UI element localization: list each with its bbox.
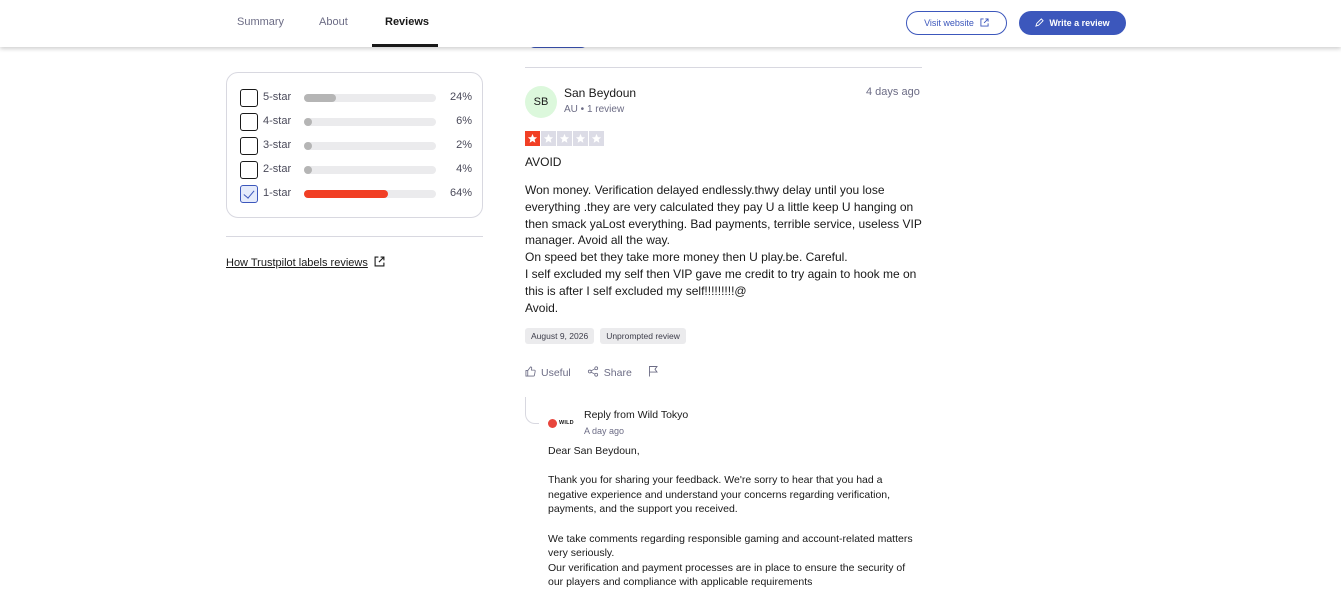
external-link-icon	[374, 256, 385, 270]
reply-body: Dear San Beydoun, Thank you for sharing …	[548, 444, 923, 590]
visit-website-label: Visit website	[924, 18, 974, 28]
filter-percent: 64%	[449, 187, 472, 199]
distribution-fill	[304, 190, 389, 198]
filter-percent: 2%	[456, 139, 472, 151]
top-nav: Summary About Reviews Visit website Writ…	[0, 0, 1341, 47]
filter-row-1-star[interactable]: 1-star 64%	[240, 185, 472, 203]
review-paragraph: I self excluded my self then VIP gave me…	[525, 266, 917, 298]
filter-row-5-star[interactable]: 5-star 24%	[240, 89, 472, 107]
filter-label: 3-star	[263, 139, 292, 151]
flag-icon	[648, 365, 659, 380]
company-logo: WILD	[548, 417, 576, 429]
review-title[interactable]: AVOID	[525, 155, 561, 169]
tab-about[interactable]: About	[319, 16, 348, 28]
distribution-bar	[304, 190, 436, 198]
filter-percent: 24%	[449, 91, 472, 103]
unprompted-review-tag[interactable]: Unprompted review	[600, 328, 686, 344]
divider	[226, 236, 483, 237]
review-paragraph: On speed bet they take more money then U…	[525, 250, 848, 265]
star-icon	[589, 131, 604, 146]
how-link-label: How Trustpilot labels reviews	[226, 257, 368, 269]
review-paragraph: Avoid.	[525, 300, 559, 315]
reply-connector	[525, 397, 539, 424]
star-rating	[525, 131, 604, 146]
star-filter-card: 5-star 24% 4-star 6% 3-star 2% 2-star 4%…	[226, 72, 483, 218]
distribution-fill	[304, 142, 312, 150]
active-tab-indicator	[372, 44, 438, 47]
filter-row-4-star[interactable]: 4-star 6%	[240, 113, 472, 131]
checkbox[interactable]	[240, 161, 258, 179]
logo-text: WILD	[559, 420, 574, 426]
filter-percent: 6%	[456, 115, 472, 127]
tab-reviews[interactable]: Reviews	[385, 16, 429, 28]
external-link-icon	[980, 17, 989, 29]
filter-label: 4-star	[263, 115, 292, 127]
star-icon	[573, 131, 588, 146]
divider	[525, 67, 922, 68]
distribution-bar	[304, 142, 436, 150]
useful-button[interactable]: Useful	[525, 366, 571, 380]
star-icon	[525, 131, 540, 146]
report-button[interactable]	[648, 365, 659, 380]
review-actions: Useful Share	[525, 365, 659, 380]
star-icon	[541, 131, 556, 146]
reply-paragraph: We take comments regarding responsible g…	[548, 532, 913, 560]
reviewer-name[interactable]: San Beydoun	[564, 86, 636, 100]
filter-row-2-star[interactable]: 2-star 4%	[240, 161, 472, 179]
star-icon	[557, 131, 572, 146]
how-trustpilot-labels-link[interactable]: How Trustpilot labels reviews	[226, 256, 385, 270]
filter-percent: 4%	[456, 163, 472, 175]
checkbox[interactable]	[240, 89, 258, 107]
reply-date: A day ago	[584, 426, 625, 436]
distribution-bar	[304, 94, 436, 102]
reply-paragraph: Our verification and payment processes a…	[548, 561, 906, 589]
reply-author: Reply from Wild Tokyo	[584, 409, 689, 421]
distribution-fill	[304, 166, 312, 174]
reviewer-meta: AU • 1 review	[564, 104, 625, 115]
checkbox[interactable]	[240, 113, 258, 131]
checkbox-checked[interactable]	[240, 185, 258, 203]
filter-label: 5-star	[263, 91, 292, 103]
checkbox[interactable]	[240, 137, 258, 155]
filter-row-3-star[interactable]: 3-star 2%	[240, 137, 472, 155]
distribution-bar	[304, 118, 436, 126]
useful-label: Useful	[541, 366, 571, 379]
distribution-fill	[304, 94, 336, 102]
share-label: Share	[603, 366, 632, 379]
write-review-label: Write a review	[1049, 18, 1110, 28]
distribution-bar	[304, 166, 436, 174]
filter-label: 1-star	[263, 187, 292, 199]
review-body: Won money. Verification delayed endlessl…	[525, 182, 925, 316]
review-tags: August 9, 2026 Unprompted review	[525, 328, 686, 344]
share-icon	[587, 365, 599, 380]
share-button[interactable]: Share	[587, 365, 632, 380]
tab-summary[interactable]: Summary	[237, 16, 284, 28]
experience-date-tag: August 9, 2026	[525, 328, 595, 344]
visit-website-button[interactable]: Visit website	[906, 11, 1007, 35]
distribution-fill	[304, 118, 312, 126]
review-paragraph: Won money. Verification delayed endlessl…	[525, 183, 922, 248]
reply-paragraph: Thank you for sharing your feedback. We'…	[548, 474, 891, 516]
pencil-icon	[1035, 17, 1045, 29]
write-review-button[interactable]: Write a review	[1019, 11, 1126, 35]
avatar[interactable]: SB	[525, 86, 557, 118]
logo-mark-icon	[548, 418, 557, 428]
review-date: 4 days ago	[866, 86, 920, 98]
filter-label: 2-star	[263, 163, 292, 175]
thumbs-up-icon	[525, 366, 536, 380]
reply-greeting: Dear San Beydoun,	[548, 445, 640, 457]
